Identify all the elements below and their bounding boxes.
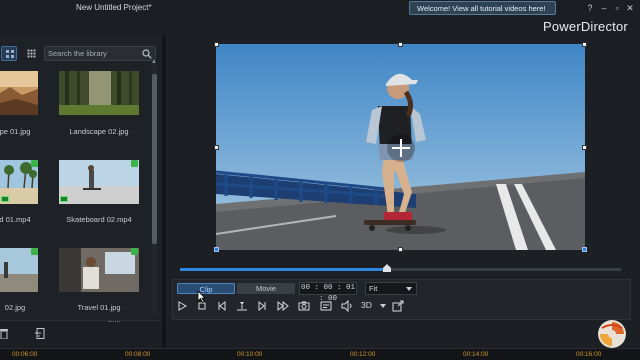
volume-button[interactable] — [341, 300, 353, 312]
split-button[interactable] — [236, 300, 248, 312]
seek-progress — [180, 268, 388, 271]
dots-grid-icon — [27, 49, 36, 58]
play-icon — [178, 301, 188, 311]
resize-handle[interactable] — [582, 42, 587, 47]
mouse-cursor-icon — [197, 290, 206, 303]
in-use-check-icon — [131, 160, 138, 167]
ruler-tick-label: 00:12:00 — [350, 351, 376, 358]
library-item-label: 02.jpg — [4, 303, 26, 312]
minimize-button[interactable]: – — [598, 2, 610, 14]
resize-handle[interactable] — [582, 145, 587, 150]
library-search[interactable] — [44, 46, 156, 61]
video-badge-icon — [60, 196, 68, 202]
scrollbar-thumb[interactable] — [152, 74, 157, 244]
app-brand: PowerDirector — [543, 19, 628, 34]
resize-handle[interactable] — [398, 42, 403, 47]
library-toolbar — [0, 40, 162, 61]
details-view-button[interactable] — [23, 46, 39, 61]
snapshot-button[interactable] — [298, 300, 310, 312]
seek-bar[interactable] — [180, 268, 621, 271]
resize-handle[interactable] — [398, 247, 403, 252]
fast-forward-icon — [277, 300, 289, 312]
next-frame-icon — [258, 300, 266, 312]
library-item-landscape-01[interactable] — [0, 71, 38, 115]
library-item-label: pe 01.jpg — [0, 127, 31, 136]
in-use-check-icon — [131, 248, 138, 255]
library-bottom-bar — [0, 320, 162, 348]
in-use-check-icon — [31, 248, 38, 255]
subtitles-button[interactable] — [320, 300, 332, 312]
library-item-label: d 01.mp4 — [0, 215, 31, 224]
search-icon[interactable] — [142, 49, 152, 59]
library-item-label: Landscape 02.jpg — [69, 127, 129, 136]
subtitle-icon — [320, 301, 332, 311]
landscape-thumbnail-icon — [0, 71, 38, 115]
fast-forward-button[interactable] — [277, 300, 289, 312]
tutorial-banner[interactable]: Welcome! View all tutorial videos here! — [409, 1, 556, 15]
chevron-down-icon[interactable] — [380, 304, 386, 308]
library-item-label: Skateboard 02.mp4 — [66, 215, 132, 224]
close-button[interactable]: ✕ — [624, 2, 636, 14]
zoom-value: Fit — [369, 284, 378, 293]
seek-knob-icon[interactable] — [383, 264, 392, 272]
search-input[interactable] — [48, 48, 140, 59]
previous-frame-button[interactable] — [216, 300, 228, 312]
title-bar: New Untitled Project* Welcome! View all … — [0, 0, 640, 36]
project-title: New Untitled Project* — [76, 3, 152, 12]
move-crosshair-icon[interactable] — [385, 132, 417, 164]
previous-frame-icon — [218, 300, 226, 312]
library-scrollbar[interactable] — [152, 64, 157, 314]
tab-movie[interactable]: Movie — [237, 283, 295, 294]
in-use-check-icon — [31, 160, 38, 167]
timeline-ruler[interactable]: 00:06:00 00:08:00 00:10:00 00:12:00 00:1… — [0, 348, 640, 360]
undock-button[interactable] — [392, 300, 404, 312]
ruler-tick-label: 00:06:00 — [12, 351, 38, 358]
zoom-select[interactable]: Fit — [365, 282, 417, 295]
tab-clip[interactable]: Clip — [177, 283, 235, 294]
resize-handle[interactable] — [214, 145, 219, 150]
maximize-button[interactable]: ▫ — [611, 2, 623, 14]
ruler-tick-label: 00:08:00 — [125, 351, 151, 358]
resize-handle[interactable] — [214, 42, 219, 47]
undock-window-icon — [392, 300, 404, 312]
forest-thumbnail-icon — [59, 71, 139, 115]
3d-mode-button[interactable]: 3D — [361, 300, 372, 310]
timecode-display[interactable]: 00 : 00 : 01 : 00 — [299, 282, 357, 303]
ruler-tick-label: 00:16:00 — [576, 351, 602, 358]
ruler-tick-label: 00:14:00 — [463, 351, 489, 358]
grid-view-icon — [6, 50, 14, 58]
camera-icon — [298, 301, 310, 311]
play-button[interactable] — [176, 300, 188, 312]
library-item-landscape-02[interactable] — [59, 71, 139, 115]
import-icon[interactable] — [35, 328, 45, 339]
cyberlink-logo-icon — [598, 320, 626, 348]
chevron-down-icon — [406, 287, 412, 291]
library-item-skateboard-video[interactable] — [59, 160, 139, 204]
volume-icon — [341, 300, 352, 312]
resize-handle[interactable] — [582, 247, 587, 252]
split-icon — [237, 302, 247, 311]
travel-photo-thumbnail-icon — [59, 248, 139, 292]
resize-grip[interactable] — [108, 321, 120, 323]
library-item-label: Travel 01.jpg — [77, 303, 121, 312]
next-frame-button[interactable] — [256, 300, 268, 312]
library-item-travel-01[interactable] — [59, 248, 139, 292]
skateboard-video-thumbnail-icon — [59, 160, 139, 204]
grid-view-button[interactable] — [1, 46, 17, 61]
ruler-tick-label: 00:10:00 — [237, 351, 263, 358]
help-button[interactable]: ? — [584, 2, 596, 14]
video-badge-icon — [1, 196, 9, 202]
resize-handle[interactable] — [214, 247, 219, 252]
trash-icon[interactable] — [0, 328, 8, 339]
